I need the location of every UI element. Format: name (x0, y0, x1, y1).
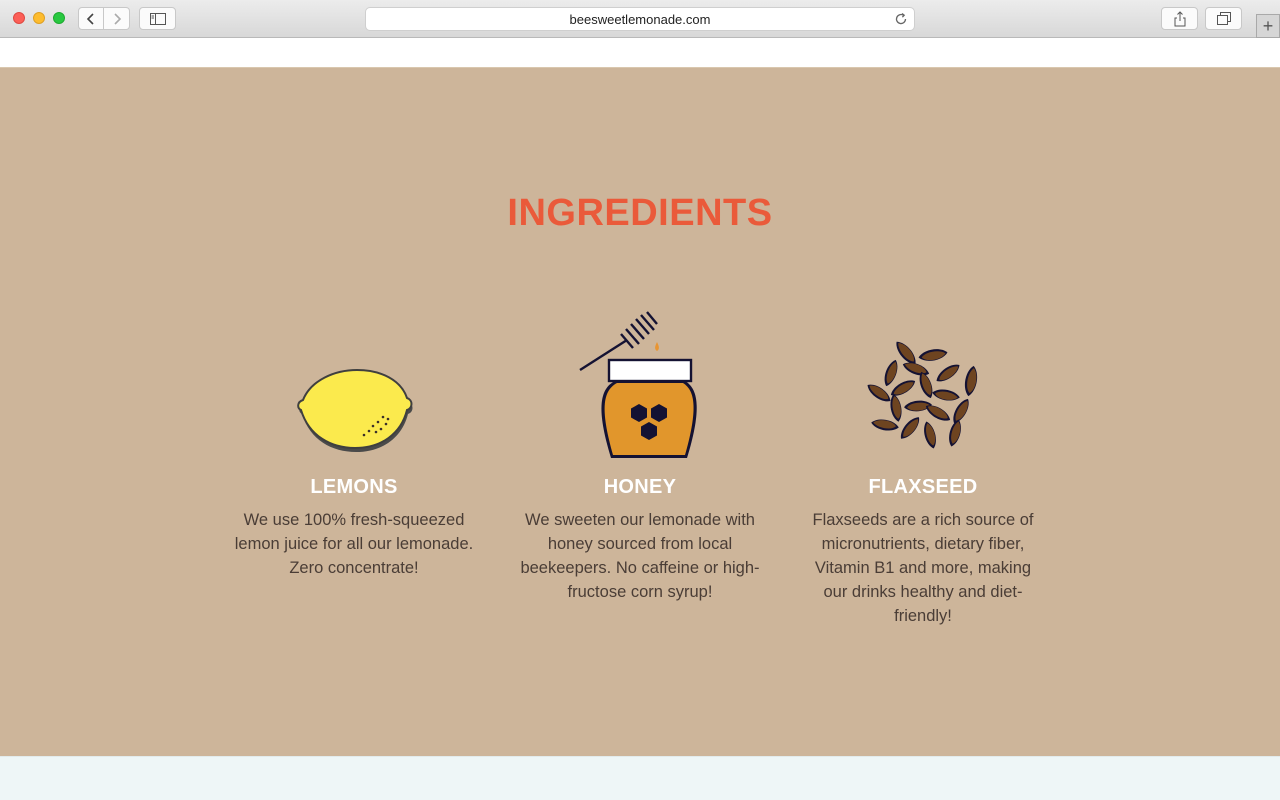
ingredient-card-honey: HONEY We sweeten our lemonade with honey… (515, 298, 765, 604)
ingredient-card-lemons: LEMONS We use 100% fresh-squeezed lemon … (229, 298, 479, 580)
back-button[interactable] (78, 7, 104, 30)
chevron-right-icon (113, 12, 121, 25)
ingredient-description: We use 100% fresh-squeezed lemon juice f… (234, 511, 474, 577)
section-title: INGREDIENTS (507, 192, 773, 234)
share-button[interactable] (1161, 7, 1198, 30)
forward-button[interactable] (104, 7, 130, 30)
lemon-icon (297, 368, 413, 452)
next-section-strip (0, 756, 1280, 800)
chevron-left-icon (86, 12, 94, 25)
ingredient-card-flaxseed: FLAXSEED Flaxseeds are a rich source of … (798, 298, 1048, 628)
window-minimize-button[interactable] (33, 12, 45, 24)
header-strip (0, 39, 1280, 68)
reload-icon[interactable] (894, 12, 908, 26)
browser-titlebar: beesweetlemonade.com + (0, 0, 1280, 38)
ingredients-section: INGREDIENTS LEMONS We use 100% fresh-squ… (0, 68, 1280, 756)
flaxseed-icon (864, 338, 980, 450)
ingredient-title: LEMONS (310, 476, 398, 498)
plus-icon: + (1262, 16, 1274, 36)
address-bar[interactable]: beesweetlemonade.com (365, 7, 915, 31)
sidebar-icon (149, 12, 166, 25)
ingredient-title: HONEY (603, 476, 677, 498)
url-text: beesweetlemonade.com (569, 11, 711, 27)
tab-overview-button[interactable] (1205, 7, 1242, 30)
tabs-overview-icon (1216, 11, 1231, 25)
honey-jar-icon (579, 311, 697, 458)
ingredient-description: We sweeten our lemonade with honey sourc… (520, 511, 760, 601)
new-tab-button[interactable]: + (1256, 14, 1280, 38)
sidebar-toggle-button[interactable] (139, 7, 176, 30)
window-maximize-button[interactable] (53, 12, 65, 24)
window-close-button[interactable] (13, 12, 25, 24)
ingredient-description: Flaxseeds are a rich source of micronutr… (812, 511, 1034, 625)
share-icon (1174, 10, 1185, 26)
ingredient-title: FLAXSEED (868, 476, 978, 498)
